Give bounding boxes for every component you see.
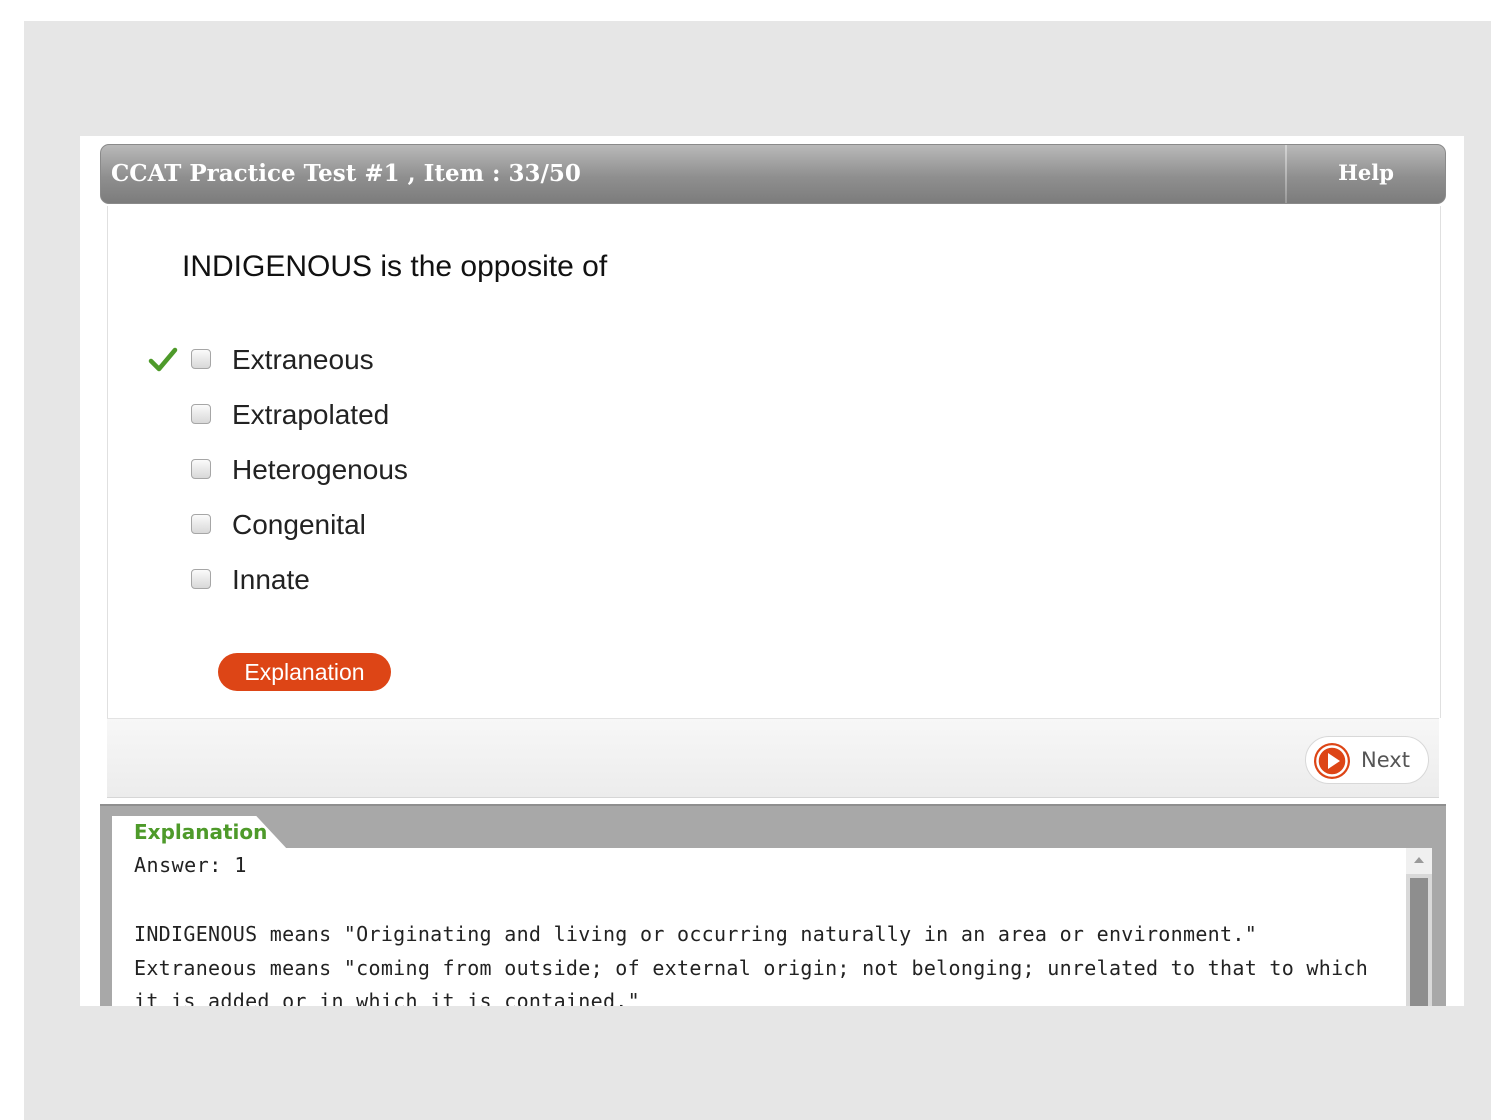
option-checkbox[interactable] — [191, 569, 211, 589]
option-checkbox[interactable] — [191, 349, 211, 369]
answer-option-3[interactable]: Heterogenous — [148, 450, 748, 490]
option-checkbox[interactable] — [191, 514, 211, 534]
option-label: Heterogenous — [232, 454, 408, 485]
option-label: Extrapolated — [232, 399, 390, 430]
explanation-panel: Explanation Answer: 1 INDIGENOUS means "… — [100, 804, 1446, 1006]
explanation-content: Answer: 1 INDIGENOUS means "Originating … — [112, 848, 1406, 1006]
option-checkbox[interactable] — [191, 459, 211, 479]
explanation-button[interactable]: Explanation — [218, 653, 391, 691]
option-checkbox[interactable] — [191, 404, 211, 424]
question-panel: INDIGENOUS is the opposite of Extraneous… — [107, 206, 1441, 718]
option-label: Extraneous — [232, 344, 374, 375]
question-prompt: INDIGENOUS is the opposite of — [182, 250, 608, 283]
answer-option-2[interactable]: Extrapolated — [148, 395, 748, 435]
option-label: Congenital — [232, 509, 366, 540]
play-circle-icon — [1314, 743, 1350, 779]
next-label: Next — [1361, 748, 1410, 772]
scroll-up-arrow-icon[interactable] — [1406, 848, 1432, 874]
next-button[interactable]: Next — [1305, 736, 1429, 784]
test-title: CCAT Practice Test #1 , Item : 33/50 — [111, 160, 581, 187]
test-window: CCAT Practice Test #1 , Item : 33/50 Hel… — [80, 136, 1464, 1006]
explanation-tab[interactable]: Explanation — [112, 816, 288, 850]
answer-option-4[interactable]: Congenital — [148, 505, 748, 545]
explanation-scrollbar[interactable] — [1406, 848, 1432, 1006]
navigation-bar: Next — [107, 718, 1439, 798]
check-icon — [148, 347, 178, 372]
title-bar: CCAT Practice Test #1 , Item : 33/50 Hel… — [100, 144, 1446, 204]
help-button[interactable]: Help — [1287, 145, 1445, 203]
scrollbar-thumb[interactable] — [1410, 878, 1428, 1006]
answer-option-5[interactable]: Innate — [148, 560, 748, 600]
option-label: Innate — [232, 564, 310, 595]
answer-line: Answer: 1 — [134, 853, 247, 877]
explanation-tab-label: Explanation — [134, 820, 268, 844]
explanation-body: INDIGENOUS means "Originating and living… — [134, 922, 1369, 1006]
answer-option-1[interactable]: Extraneous — [148, 340, 748, 380]
